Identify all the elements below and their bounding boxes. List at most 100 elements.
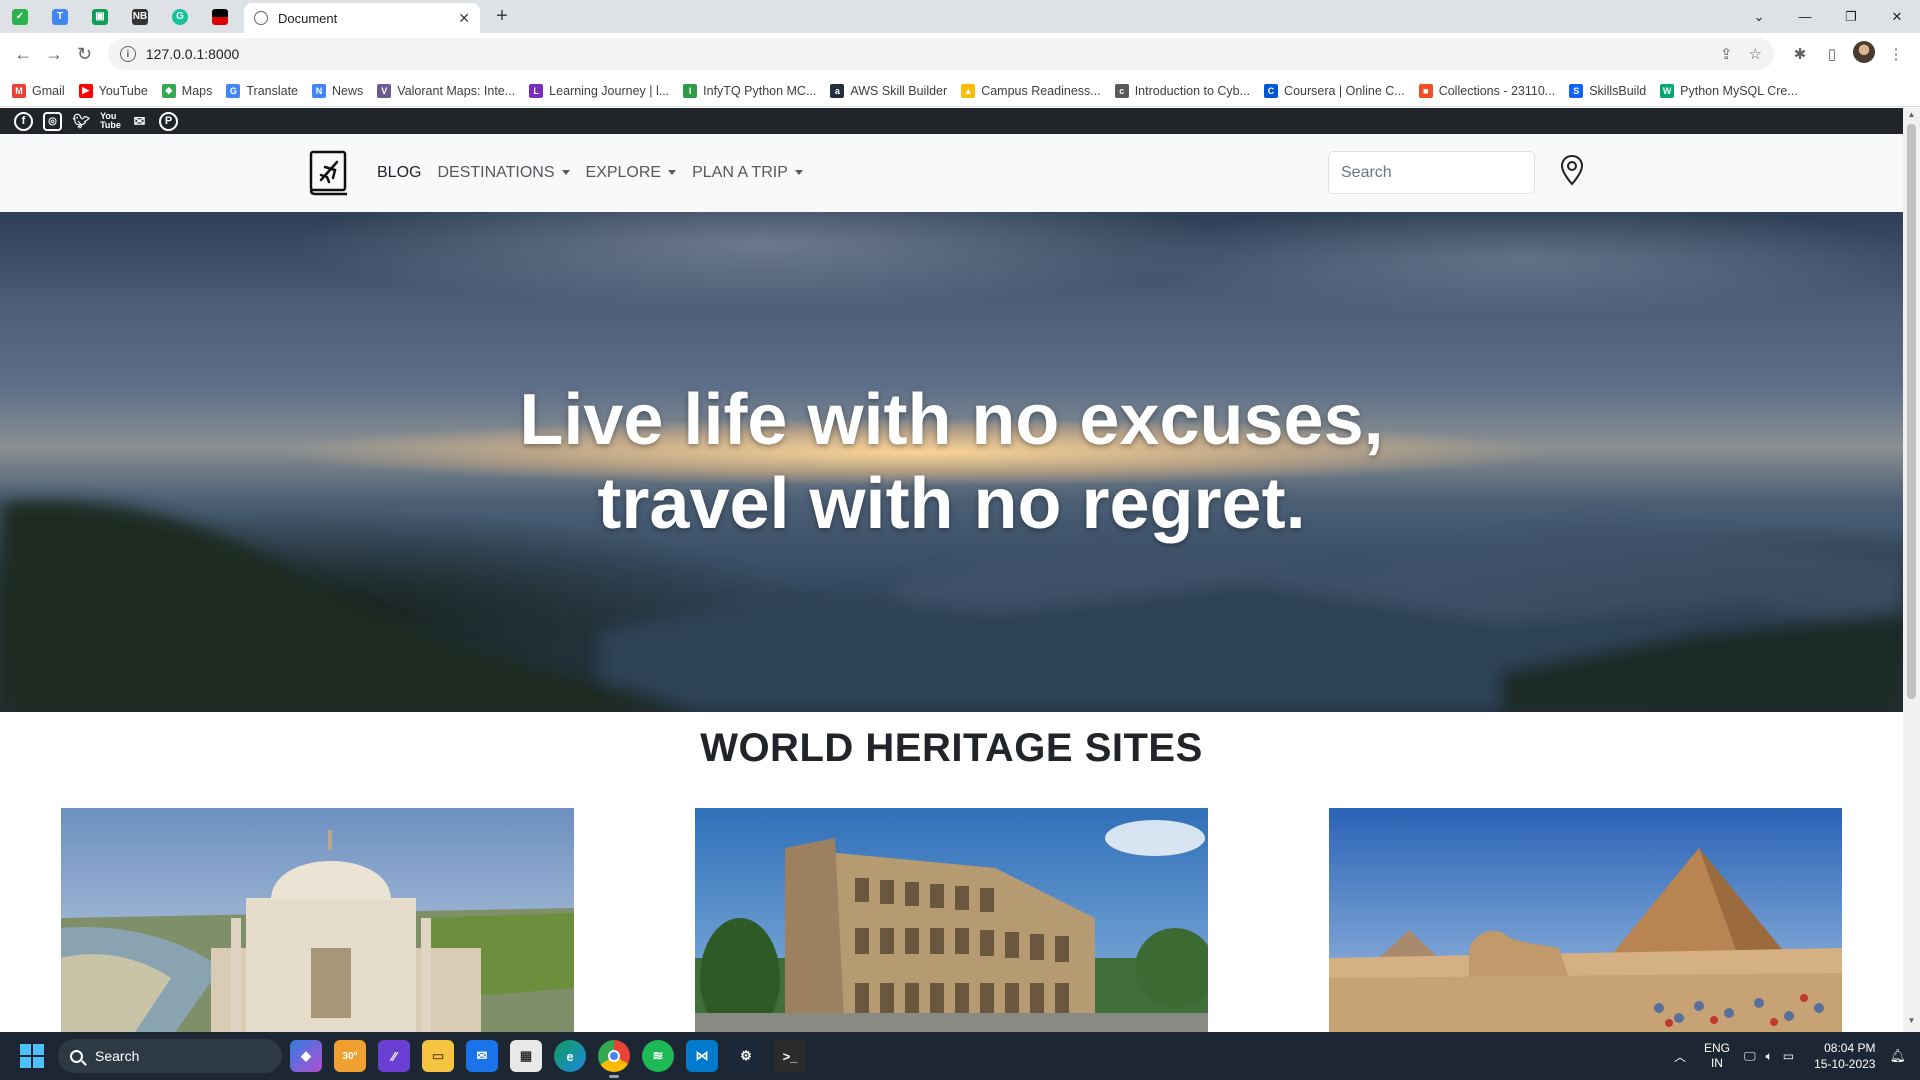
facebook-icon[interactable]: f bbox=[14, 111, 33, 131]
address-bar[interactable]: i 127.0.0.1:8000 ⇪ ☆ bbox=[107, 38, 1774, 70]
scrollbar-thumb[interactable] bbox=[1907, 124, 1916, 699]
windows-start-icon[interactable] bbox=[20, 1044, 44, 1068]
pinned-tab-translate[interactable]: T bbox=[40, 0, 80, 33]
bookmark-item[interactable]: N News bbox=[312, 83, 363, 98]
page-viewport: f ◎ 🐦︎ You Tube ✉ P BLOG DESTINATIONS EXP… bbox=[0, 108, 1903, 1032]
reload-button[interactable]: ↻ bbox=[69, 38, 100, 70]
vscode-icon[interactable]: ⋈ bbox=[686, 1040, 718, 1072]
youtube-icon[interactable]: You Tube bbox=[100, 112, 121, 131]
spotify-icon[interactable]: ≋ bbox=[642, 1040, 674, 1072]
bookmark-item[interactable]: c Introduction to Cyb... bbox=[1114, 83, 1251, 98]
terminal-icon[interactable]: >_ bbox=[774, 1040, 806, 1072]
bookmark-star-icon[interactable]: ☆ bbox=[1749, 45, 1762, 63]
file-explorer-icon[interactable]: ▭ bbox=[422, 1040, 454, 1072]
restore-button[interactable]: ❐ bbox=[1828, 0, 1874, 33]
bookmark-item[interactable]: I InfyTQ Python MC... bbox=[683, 83, 816, 98]
forward-button[interactable]: → bbox=[39, 38, 70, 70]
tab-document[interactable]: Document ✕ bbox=[244, 3, 480, 33]
taskbar-search[interactable]: Search bbox=[58, 1039, 282, 1073]
url-text: 127.0.0.1:8000 bbox=[145, 46, 240, 62]
notification-bell-icon[interactable]: 🔔︎ bbox=[1889, 1048, 1906, 1064]
network-icon[interactable]: 🖵︎ bbox=[1744, 1049, 1756, 1064]
bookmark-item[interactable]: a AWS Skill Builder bbox=[830, 83, 948, 98]
close-window-button[interactable]: ✕ bbox=[1874, 0, 1920, 33]
bookmark-item[interactable]: L Learning Journey | l... bbox=[529, 83, 669, 98]
close-tab-icon[interactable]: ✕ bbox=[458, 10, 470, 27]
page-scrollbar[interactable]: ▲ ▼ bbox=[1903, 108, 1920, 1032]
bookmark-item[interactable]: S SkillsBuild bbox=[1569, 83, 1646, 98]
language-indicator[interactable]: ENG IN bbox=[1704, 1041, 1730, 1071]
copilot-icon[interactable]: ◆ bbox=[290, 1040, 322, 1072]
battery-icon[interactable]: ▭ bbox=[1783, 1049, 1794, 1063]
bookmark-item[interactable]: ▲ Campus Readiness... bbox=[961, 83, 1101, 98]
bookmark-item[interactable]: C Coursera | Online C... bbox=[1264, 83, 1405, 98]
chrome-center bbox=[608, 1050, 620, 1062]
bookmark-label: Introduction to Cyb... bbox=[1134, 83, 1251, 98]
nav-destinations-dropdown[interactable]: DESTINATIONS bbox=[437, 164, 570, 182]
bookmark-label: AWS Skill Builder bbox=[850, 83, 948, 98]
card-taj-mahal[interactable] bbox=[61, 808, 574, 1032]
bookmark-item[interactable]: G Translate bbox=[226, 83, 298, 98]
nav-blog[interactable]: BLOG bbox=[377, 164, 421, 182]
mail-app-icon[interactable]: ✉ bbox=[466, 1040, 498, 1072]
site-search-input[interactable]: Search bbox=[1328, 151, 1535, 194]
site-info-icon[interactable]: i bbox=[119, 46, 136, 62]
bookmark-label: YouTube bbox=[98, 83, 148, 98]
visual-studio-icon[interactable]: ∕∕ bbox=[378, 1040, 410, 1072]
bookmark-item[interactable]: ■ Collections - 23110... bbox=[1418, 83, 1556, 98]
chrome-icon[interactable] bbox=[598, 1040, 630, 1078]
card-colosseum[interactable] bbox=[695, 808, 1208, 1032]
location-pin-icon[interactable] bbox=[1560, 154, 1584, 186]
microsoft-store-icon[interactable]: ▦ bbox=[510, 1040, 542, 1072]
bookmark-label: Collections - 23110... bbox=[1438, 83, 1556, 98]
edge-icon[interactable]: e bbox=[554, 1040, 586, 1072]
grammarly-icon: G bbox=[172, 8, 188, 25]
instagram-icon[interactable]: ◎ bbox=[43, 111, 62, 131]
lang-line-2: IN bbox=[1710, 1056, 1723, 1070]
hero-headline: Live life with no excuses, travel with n… bbox=[0, 212, 1903, 712]
pinterest-icon[interactable]: P bbox=[159, 111, 178, 131]
taskbar-search-label: Search bbox=[95, 1048, 140, 1064]
scroll-down-arrow-icon[interactable]: ▼ bbox=[1903, 1016, 1920, 1030]
pinned-tab-nb[interactable]: NB bbox=[120, 0, 160, 33]
nav-explore-dropdown[interactable]: EXPLORE bbox=[586, 164, 677, 182]
pinned-tab-feedly[interactable]: ✓ bbox=[0, 0, 40, 33]
tray-chevron-up-icon[interactable]: ︿ bbox=[1674, 1048, 1686, 1065]
weather-icon[interactable]: 30° bbox=[334, 1040, 366, 1072]
brand-logo-icon[interactable] bbox=[309, 150, 349, 196]
bookmark-item[interactable]: M Gmail bbox=[12, 83, 65, 98]
pinned-tab-sheets[interactable]: ▣ bbox=[80, 0, 120, 33]
menu-kebab-icon[interactable]: ⋮ bbox=[1880, 45, 1912, 63]
clock[interactable]: 08:04 PM 15-10-2023 bbox=[1814, 1040, 1875, 1072]
caret-down-icon bbox=[668, 170, 677, 176]
volume-icon[interactable]: 🔈︎ bbox=[1766, 1049, 1773, 1064]
profile-avatar[interactable] bbox=[1848, 41, 1880, 67]
share-icon[interactable]: ⇪ bbox=[1720, 45, 1733, 63]
tab-search-icon[interactable]: ⌄ bbox=[1736, 0, 1782, 33]
scroll-up-arrow-icon[interactable]: ▲ bbox=[1903, 110, 1920, 124]
extensions-icon[interactable]: ✱ bbox=[1784, 45, 1816, 63]
lang-line-1: ENG bbox=[1703, 1041, 1730, 1055]
card-pyramids-of-giza[interactable] bbox=[1329, 808, 1842, 1032]
nav-explore-label: EXPLORE bbox=[585, 164, 662, 181]
nav-links: BLOG DESTINATIONS EXPLORE PLAN A TRIP bbox=[377, 134, 803, 212]
nav-plan-a-trip-dropdown[interactable]: PLAN A TRIP bbox=[692, 164, 803, 182]
bookmark-item[interactable]: V Valorant Maps: Inte... bbox=[377, 83, 515, 98]
twitter-icon[interactable]: 🐦︎ bbox=[72, 112, 91, 131]
search-icon bbox=[70, 1049, 83, 1063]
mail-icon[interactable]: ✉ bbox=[130, 112, 149, 131]
back-button[interactable]: ← bbox=[8, 38, 39, 70]
bookmark-item[interactable]: W Python MySQL Cre... bbox=[1660, 83, 1798, 98]
bookmark-item[interactable]: ▶ YouTube bbox=[78, 83, 148, 98]
side-panel-icon[interactable]: ▯ bbox=[1816, 45, 1848, 63]
taskbar-apps: ◆ 30° ∕∕ ▭ ✉ ▦ e ≋ ⋈ ⚙ >_ bbox=[290, 1040, 806, 1078]
pinned-tab-flag[interactable] bbox=[200, 0, 240, 33]
minimize-button[interactable]: — bbox=[1782, 0, 1828, 33]
new-tab-button[interactable]: + bbox=[488, 3, 516, 31]
feedly-icon: ✓ bbox=[12, 8, 28, 25]
bookmark-item[interactable]: ◆ Maps bbox=[161, 83, 212, 98]
bookmark-favicon-icon: ■ bbox=[1418, 83, 1433, 98]
steam-icon[interactable]: ⚙ bbox=[730, 1040, 762, 1072]
pyramids-image bbox=[1329, 808, 1842, 1032]
pinned-tab-grammarly[interactable]: G bbox=[160, 0, 200, 33]
